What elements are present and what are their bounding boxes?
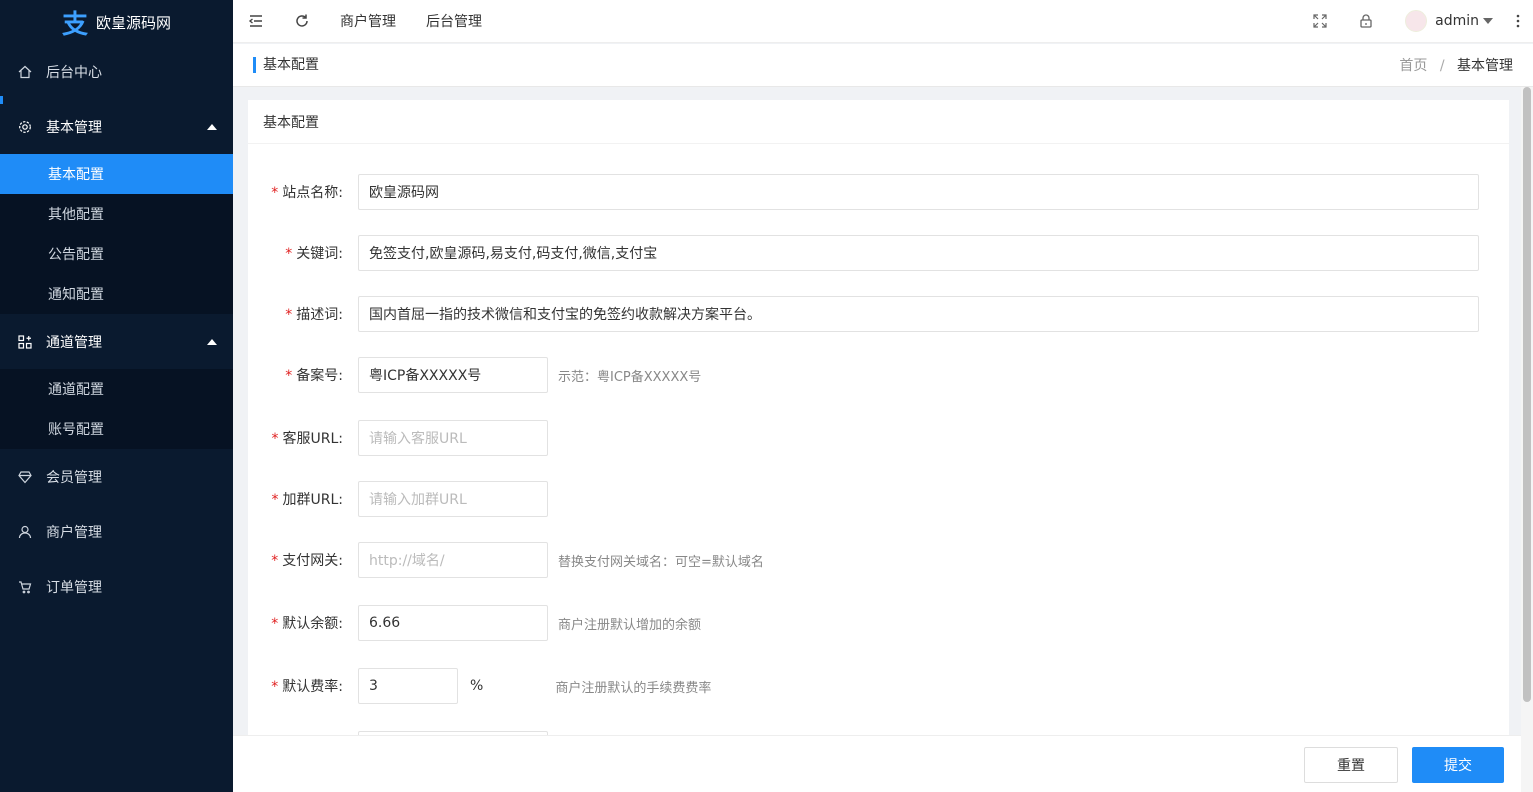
field-label: * 站点名称: bbox=[271, 185, 343, 201]
more-vertical-icon[interactable] bbox=[1503, 0, 1533, 43]
icp-input[interactable]: 粤ICP备XXXXX号 bbox=[358, 357, 548, 393]
sidebar-subitem-channel-config[interactable]: 通道配置 bbox=[0, 369, 233, 409]
sidebar-item-channel[interactable]: 通道管理 bbox=[0, 314, 233, 369]
sidebar-item-dashboard[interactable]: 后台中心 bbox=[0, 44, 233, 99]
topnav-merchants[interactable]: 商户管理 bbox=[325, 0, 411, 43]
card-title: 基本配置 bbox=[248, 100, 1509, 144]
user-menu[interactable]: admin bbox=[1389, 10, 1503, 32]
gateway-hint: 替换支付网关域名：可空=默认域名 bbox=[558, 554, 764, 570]
form-row-gateway: * 支付网关: http://域名/ 替换支付网关域名：可空=默认域名 bbox=[248, 542, 1509, 578]
logo-icon: 支 bbox=[61, 9, 88, 40]
breadcrumb-home[interactable]: 首页 bbox=[1399, 58, 1427, 74]
sidebar-subitem-other-config[interactable]: 其他配置 bbox=[0, 194, 233, 234]
scrollbar[interactable] bbox=[1521, 87, 1533, 792]
sidebar: 支 欧皇源码网 后台中心 基本管理 基本配置 其他配置 公告配置 通知配置 通道… bbox=[0, 0, 233, 792]
field-label: * 客服URL: bbox=[271, 431, 344, 447]
form-row-description: * 描述词: 国内首屈一指的技术微信和支付宝的免签约收款解决方案平台。 bbox=[248, 296, 1509, 332]
sidebar-item-merchants[interactable]: 商户管理 bbox=[0, 504, 233, 559]
form-row-group-url: * 加群URL: 请输入加群URL bbox=[248, 481, 1509, 517]
chevron-up-icon bbox=[207, 338, 217, 345]
breadcrumb-current: 基本管理 bbox=[1457, 58, 1513, 74]
form-row-keywords: * 关键词: 免签支付,欧皇源码,易支付,码支付,微信,支付宝 bbox=[248, 235, 1509, 271]
submit-button[interactable]: 提交 bbox=[1412, 747, 1504, 783]
required-mark: * bbox=[285, 246, 293, 262]
field-label: * 备案号: bbox=[285, 368, 343, 384]
sidebar-item-label: 后台中心 bbox=[46, 64, 102, 81]
submenu-basic: 基本配置 其他配置 公告配置 通知配置 bbox=[0, 154, 233, 314]
default-rate-hint: 商户注册默认的手续费费率 bbox=[555, 680, 712, 696]
chevron-up-icon bbox=[207, 123, 217, 130]
default-balance-hint: 商户注册默认增加的余额 bbox=[558, 617, 702, 633]
sidebar-item-label: 订单管理 bbox=[46, 579, 102, 596]
lock-icon[interactable] bbox=[1343, 0, 1389, 43]
service-url-input[interactable]: 请输入客服URL bbox=[358, 420, 548, 456]
required-mark: * bbox=[285, 368, 293, 384]
apps-icon bbox=[18, 334, 32, 349]
page-title: 基本配置 bbox=[253, 57, 319, 73]
topnav-backend[interactable]: 后台管理 bbox=[411, 0, 497, 43]
field-label: * 默认余额: bbox=[271, 616, 343, 632]
form-row-service-url: * 客服URL: 请输入客服URL bbox=[248, 420, 1509, 456]
fullscreen-icon[interactable] bbox=[1297, 0, 1343, 43]
avatar bbox=[1405, 10, 1428, 32]
field-label: * 默认费率: bbox=[271, 679, 343, 695]
required-mark: * bbox=[271, 679, 279, 695]
sidebar-item-orders[interactable]: 订单管理 bbox=[0, 559, 233, 614]
config-card: 基本配置 * 站点名称: 欧皇源码网 * 关键词: 免签支付,欧皇源码,易支付,码支… bbox=[248, 100, 1509, 792]
reset-button[interactable]: 重置 bbox=[1304, 747, 1398, 783]
default-balance-input[interactable]: 6.66 bbox=[358, 605, 548, 641]
required-mark: * bbox=[271, 185, 279, 201]
logo-text: 欧皇源码网 bbox=[96, 13, 172, 32]
page-header: 基本配置 首页 / 基本管理 bbox=[233, 44, 1533, 87]
form-row-default-rate: * 默认费率: 3 % 商户注册默认的手续费费率 bbox=[248, 668, 1509, 704]
breadcrumb: 首页 / 基本管理 bbox=[1399, 55, 1533, 75]
form-row-site-name: * 站点名称: 欧皇源码网 bbox=[248, 174, 1509, 210]
required-mark: * bbox=[285, 307, 293, 323]
required-mark: * bbox=[271, 492, 279, 508]
description-input[interactable]: 国内首屈一指的技术微信和支付宝的免签约收款解决方案平台。 bbox=[358, 296, 1479, 332]
sidebar-item-label: 商户管理 bbox=[46, 524, 102, 541]
field-label: * 描述词: bbox=[285, 307, 343, 323]
keywords-input[interactable]: 免签支付,欧皇源码,易支付,码支付,微信,支付宝 bbox=[358, 235, 1479, 271]
sidebar-item-members[interactable]: 会员管理 bbox=[0, 449, 233, 504]
top-bar: 商户管理 后台管理 admin bbox=[233, 0, 1533, 43]
field-label: * 支付网关: bbox=[271, 553, 343, 569]
sidebar-subitem-account-config[interactable]: 账号配置 bbox=[0, 409, 233, 449]
form-row-icp: * 备案号: 粤ICP备XXXXX号 示范：粤ICP备XXXXX号 bbox=[248, 357, 1509, 393]
percent-unit: % bbox=[470, 678, 484, 694]
user-icon bbox=[18, 525, 32, 539]
username: admin bbox=[1435, 13, 1479, 29]
gear-icon bbox=[18, 120, 32, 134]
icp-hint: 示范：粤ICP备XXXXX号 bbox=[558, 369, 702, 385]
field-label: * 关键词: bbox=[285, 246, 343, 262]
home-icon bbox=[18, 65, 32, 79]
menu-collapse-icon[interactable] bbox=[233, 0, 279, 43]
sidebar-item-label: 通道管理 bbox=[46, 334, 102, 351]
site-name-input[interactable]: 欧皇源码网 bbox=[358, 174, 1479, 210]
chevron-down-icon bbox=[1483, 18, 1493, 24]
logo[interactable]: 支 欧皇源码网 bbox=[0, 0, 233, 44]
required-mark: * bbox=[271, 431, 279, 447]
sidebar-item-basic[interactable]: 基本管理 bbox=[0, 99, 233, 154]
sidebar-subitem-notice-config[interactable]: 公告配置 bbox=[0, 234, 233, 274]
form-row-default-balance: * 默认余额: 6.66 商户注册默认增加的余额 bbox=[248, 605, 1509, 641]
group-url-input[interactable]: 请输入加群URL bbox=[358, 481, 548, 517]
submenu-channel: 通道配置 账号配置 bbox=[0, 369, 233, 449]
sidebar-subitem-notify-config[interactable]: 通知配置 bbox=[0, 274, 233, 314]
field-label: * 加群URL: bbox=[271, 492, 344, 508]
required-mark: * bbox=[271, 553, 279, 569]
form-footer: 重置 提交 bbox=[233, 735, 1521, 792]
sidebar-item-label: 基本管理 bbox=[46, 119, 102, 136]
breadcrumb-separator: / bbox=[1439, 58, 1445, 74]
diamond-icon bbox=[18, 470, 32, 484]
sidebar-subitem-basic-config[interactable]: 基本配置 bbox=[0, 154, 233, 194]
cart-icon bbox=[18, 580, 32, 594]
sidebar-item-label: 会员管理 bbox=[46, 469, 102, 486]
required-mark: * bbox=[271, 616, 279, 632]
scrollbar-thumb[interactable] bbox=[1523, 87, 1531, 702]
default-rate-input[interactable]: 3 bbox=[358, 668, 458, 704]
gateway-input[interactable]: http://域名/ bbox=[358, 542, 548, 578]
refresh-icon[interactable] bbox=[279, 0, 325, 43]
